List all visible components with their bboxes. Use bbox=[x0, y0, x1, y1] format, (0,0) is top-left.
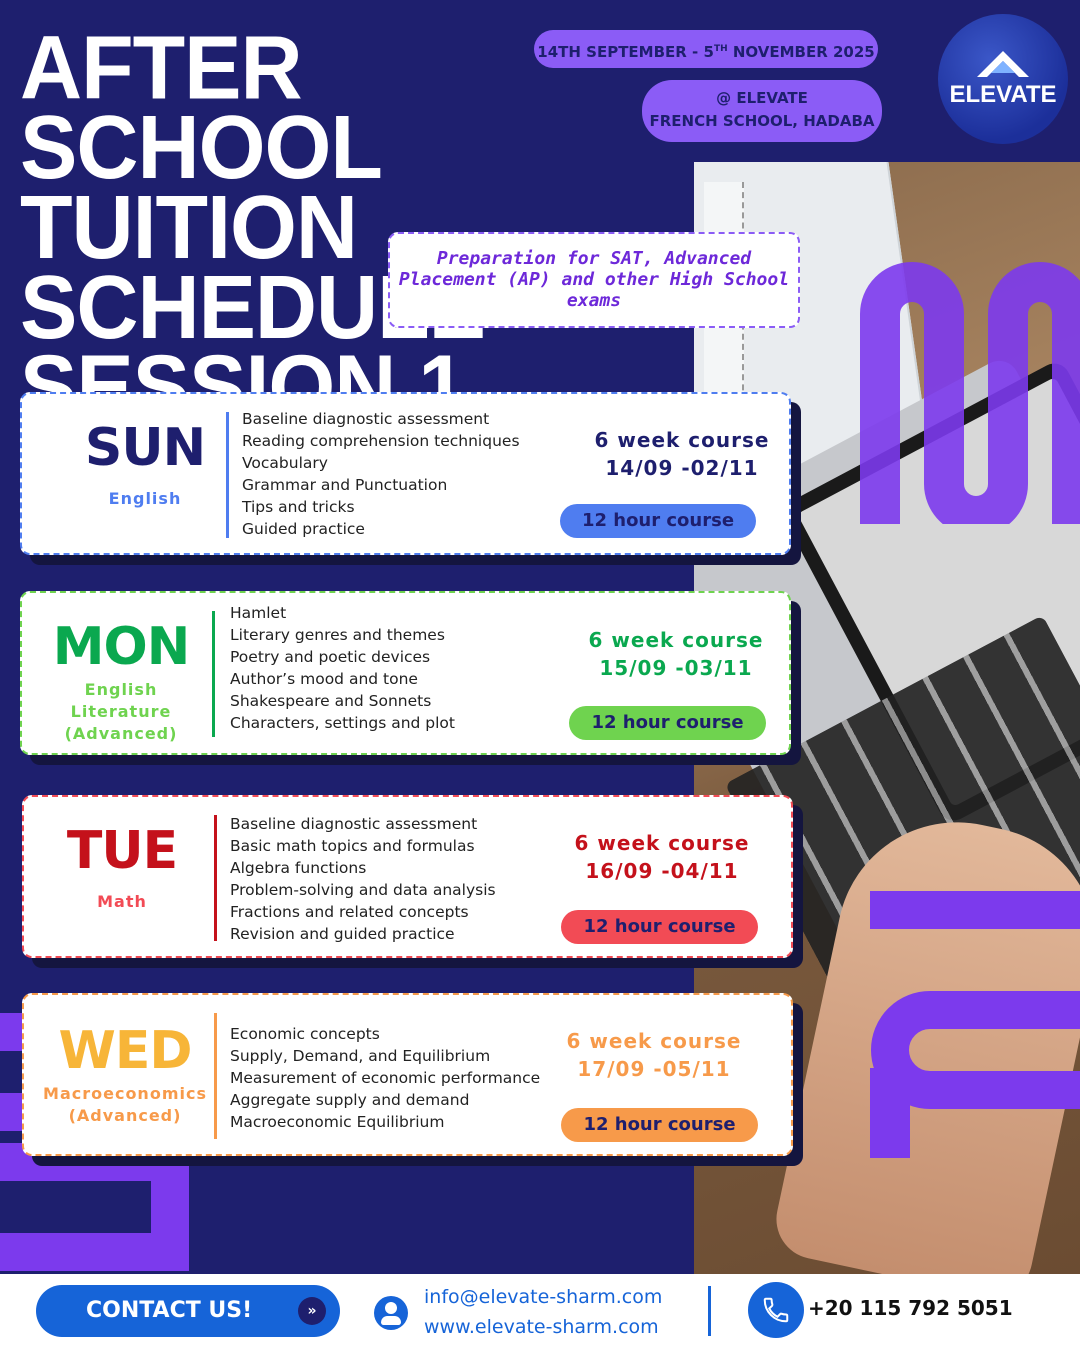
topic-item: Reading comprehension techniques bbox=[242, 432, 520, 450]
day-block: TUE Math bbox=[42, 823, 202, 913]
website-link[interactable]: www.elevate-sharm.com bbox=[424, 1316, 659, 1338]
title-line: AFTER SCHOOL bbox=[20, 17, 383, 199]
date-range-label: 17/09 -05/11 bbox=[577, 1057, 731, 1081]
topic-item: Supply, Demand, and Equilibrium bbox=[230, 1047, 491, 1065]
day-name: TUE bbox=[66, 821, 178, 881]
page-title: AFTER SCHOOL TUITION SCHEDULE SESSION 1 bbox=[20, 17, 620, 432]
topic-item: Measurement of economic performance bbox=[230, 1069, 541, 1087]
topic-item: Grammar and Punctuation bbox=[242, 476, 448, 494]
weeks-label: 6 week course bbox=[594, 428, 770, 452]
topic-item: Poetry and poetic devices bbox=[230, 648, 431, 666]
day-block: SUN English bbox=[50, 420, 240, 510]
subject-label: Math bbox=[42, 891, 202, 913]
course-card-mon: MON English Literature (Advanced) Hamlet Lite… bbox=[20, 591, 791, 755]
topic-item: Characters, settings and plot bbox=[230, 714, 455, 732]
topic-item: Baseline diagnostic assessment bbox=[242, 410, 490, 428]
course-card-tue: TUE Math Baseline diagnostic assessment Bas… bbox=[22, 795, 793, 958]
topic-item: Aggregate supply and demand bbox=[230, 1091, 470, 1109]
subject-line: English bbox=[108, 489, 182, 508]
purple-wave-decoration bbox=[860, 262, 1080, 524]
topic-item: Baseline diagnostic assessment bbox=[230, 815, 478, 833]
date-range-label: 15/09 -03/11 bbox=[599, 656, 753, 680]
location-line: FRENCH SCHOOL, HADABA bbox=[649, 112, 875, 130]
course-card-wed: WED Macroeconomics (Advanced) Economic conc… bbox=[22, 993, 793, 1156]
mountain-icon bbox=[977, 51, 1029, 77]
footer-bar: CONTACT US! » info@elevate-sharm.com www… bbox=[0, 1274, 1080, 1350]
accent-line bbox=[214, 1013, 217, 1139]
divider bbox=[708, 1286, 711, 1336]
person-icon bbox=[374, 1296, 408, 1330]
course-duration: 6 week course 15/09 -03/11 bbox=[546, 626, 806, 682]
accent-line bbox=[212, 611, 215, 737]
email-link[interactable]: info@elevate-sharm.com bbox=[424, 1286, 662, 1308]
date-superscript: TH bbox=[713, 44, 728, 54]
topic-item: Revision and guided practice bbox=[230, 925, 455, 943]
subject-label: English Literature (Advanced) bbox=[36, 679, 206, 745]
topic-item: Shakespeare and Sonnets bbox=[230, 692, 432, 710]
topic-list: Baseline diagnostic assessment Basic math… bbox=[230, 813, 496, 945]
course-card-sun: SUN English Baseline diagnostic assessment… bbox=[20, 392, 791, 555]
topic-item: Vocabulary bbox=[242, 454, 328, 472]
location-badge: @ ELEVATE FRENCH SCHOOL, HADABA bbox=[642, 80, 882, 142]
hours-badge: 12 hour course bbox=[560, 504, 756, 538]
location-line: @ ELEVATE bbox=[716, 89, 808, 107]
topic-item: Author’s mood and tone bbox=[230, 670, 418, 688]
phone-number[interactable]: +20 115 792 5051 bbox=[808, 1296, 1013, 1320]
subject-line: Macroeconomics bbox=[43, 1084, 207, 1103]
topic-item: Hamlet bbox=[230, 604, 287, 622]
logo-text: ELEVATE bbox=[949, 81, 1057, 108]
elevate-logo: ELEVATE bbox=[938, 14, 1068, 144]
subject-label: English bbox=[50, 488, 240, 510]
day-block: MON English Literature (Advanced) bbox=[36, 619, 206, 745]
date-end: NOVEMBER 2025 bbox=[727, 43, 875, 61]
topic-item: Algebra functions bbox=[230, 859, 367, 877]
topic-list: Baseline diagnostic assessment Reading co… bbox=[242, 408, 520, 540]
topic-item: Tips and tricks bbox=[242, 498, 355, 516]
subject-line: Literature bbox=[70, 702, 172, 721]
topic-item: Literary genres and themes bbox=[230, 626, 445, 644]
day-name: SUN bbox=[84, 418, 206, 478]
hours-badge: 12 hour course bbox=[561, 1108, 758, 1142]
weeks-label: 6 week course bbox=[588, 628, 764, 652]
topic-item: Problem-solving and data analysis bbox=[230, 881, 496, 899]
subject-label: Macroeconomics (Advanced) bbox=[40, 1083, 210, 1127]
topic-item: Economic concepts bbox=[230, 1025, 380, 1043]
topic-item: Basic math topics and formulas bbox=[230, 837, 475, 855]
date-range-label: 16/09 -04/11 bbox=[585, 859, 739, 883]
weeks-label: 6 week course bbox=[574, 831, 750, 855]
double-chevron-right-icon: » bbox=[298, 1297, 326, 1325]
hours-badge: 12 hour course bbox=[569, 706, 766, 740]
topic-list: Hamlet Literary genres and themes Poetry a… bbox=[230, 602, 455, 734]
date-range-label: 14/09 -02/11 bbox=[605, 456, 759, 480]
subject-line: (Advanced) bbox=[68, 1106, 182, 1125]
topic-list: Economic concepts Supply, Demand, and Equ… bbox=[230, 1023, 540, 1133]
topic-item: Macroeconomic Equilibrium bbox=[230, 1113, 445, 1131]
contact-us-button[interactable]: CONTACT US! » bbox=[36, 1285, 340, 1337]
hours-badge: 12 hour course bbox=[561, 910, 758, 944]
course-duration: 6 week course 16/09 -04/11 bbox=[532, 829, 792, 885]
topic-item: Guided practice bbox=[242, 520, 365, 538]
day-name: WED bbox=[58, 1021, 192, 1081]
day-block: WED Macroeconomics (Advanced) bbox=[40, 1023, 210, 1127]
date-range-badge: 14TH SEPTEMBER - 5TH NOVEMBER 2025 bbox=[534, 30, 878, 68]
subject-line: (Advanced) bbox=[64, 724, 178, 743]
phone-icon bbox=[748, 1282, 804, 1338]
topic-item: Fractions and related concepts bbox=[230, 903, 469, 921]
subject-line: Math bbox=[97, 892, 147, 911]
purple-wave-decoration bbox=[870, 891, 1080, 1158]
weeks-label: 6 week course bbox=[566, 1029, 742, 1053]
date-start: 14TH SEPTEMBER - 5 bbox=[537, 43, 714, 61]
course-duration: 6 week course 14/09 -02/11 bbox=[552, 426, 812, 482]
day-name: MON bbox=[52, 617, 190, 677]
subject-line: English bbox=[84, 680, 158, 699]
prep-callout: Preparation for SAT, Advanced Placement … bbox=[388, 232, 800, 328]
accent-line bbox=[214, 815, 217, 941]
contact-us-label: CONTACT US! bbox=[86, 1298, 253, 1323]
poster: AFTER SCHOOL TUITION SCHEDULE SESSION 1 … bbox=[0, 0, 1080, 1350]
accent-line bbox=[226, 412, 229, 538]
course-duration: 6 week course 17/09 -05/11 bbox=[524, 1027, 784, 1083]
